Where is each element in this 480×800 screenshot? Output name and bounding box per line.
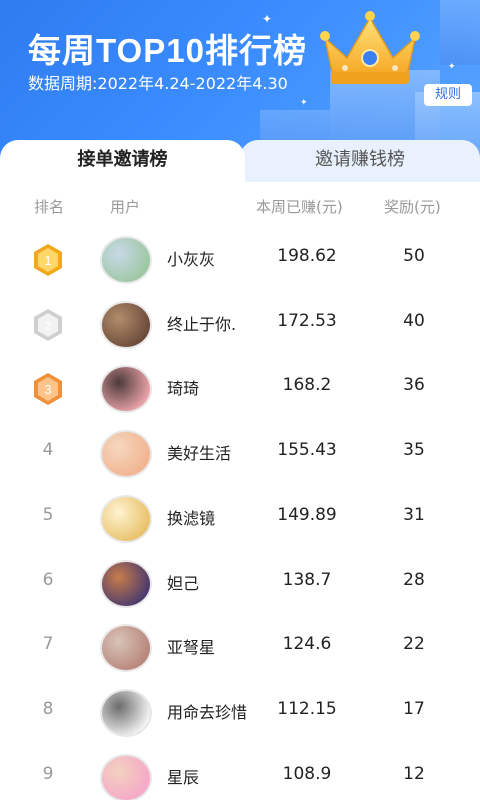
sparkle-icon: ✦ bbox=[448, 62, 456, 72]
rule-button[interactable]: 规则 bbox=[424, 84, 472, 106]
reward-amount: 36 bbox=[403, 375, 425, 396]
reward-amount: 50 bbox=[403, 246, 425, 266]
earned-amount: 124.6 bbox=[282, 634, 332, 655]
table-row[interactable]: 6 妲己 138.7 28 bbox=[0, 552, 480, 616]
earned-amount: 168.2 bbox=[282, 375, 332, 396]
table-row[interactable]: 8 用命去珍惜 112.15 17 bbox=[0, 681, 480, 745]
table-row[interactable]: 7 亚弩星 124.6 22 bbox=[0, 616, 480, 680]
rank-number: 7 bbox=[42, 634, 54, 655]
reward-amount: 31 bbox=[403, 504, 425, 525]
earned-amount: 108.9 bbox=[282, 763, 332, 784]
ranking-list: 排名 用户 本周已赚(元) 奖励(元) 1 小灰灰 198.62 50 2 终止于你. 17… bbox=[0, 182, 480, 800]
table-row[interactable]: 3 琦琦 168.2 36 bbox=[0, 357, 480, 421]
rank-number: 6 bbox=[42, 569, 54, 590]
reward-amount: 17 bbox=[403, 698, 425, 719]
earned-amount: 172.53 bbox=[277, 310, 337, 331]
user-name: 琦琦 bbox=[167, 379, 200, 399]
user-name: 星辰 bbox=[167, 767, 200, 787]
table-row[interactable]: 2 终止于你. 172.53 40 bbox=[0, 293, 480, 357]
user-name: 换滤镜 bbox=[167, 508, 216, 528]
earned-amount: 149.89 bbox=[277, 504, 337, 525]
avatar[interactable] bbox=[100, 365, 152, 414]
earned-amount: 138.7 bbox=[282, 569, 332, 590]
table-row[interactable]: 5 换滤镜 149.89 31 bbox=[0, 487, 480, 551]
medal-rank-number: 1 bbox=[44, 253, 51, 268]
silver-medal-icon: 2 bbox=[34, 308, 62, 341]
sparkle-icon: ✦ bbox=[300, 98, 308, 108]
column-header-rank: 排名 bbox=[34, 198, 65, 216]
column-header-earned: 本周已赚(元) bbox=[256, 198, 343, 216]
medal-rank-number: 3 bbox=[44, 382, 51, 397]
user-name: 小灰灰 bbox=[167, 250, 216, 269]
earned-amount: 112.15 bbox=[277, 698, 337, 719]
user-name: 美好生活 bbox=[167, 444, 232, 464]
user-name: 妲己 bbox=[167, 573, 200, 593]
avatar[interactable] bbox=[100, 624, 152, 673]
user-name: 终止于你. bbox=[167, 314, 237, 334]
earned-amount: 155.43 bbox=[277, 440, 337, 461]
avatar[interactable] bbox=[100, 430, 152, 479]
avatar[interactable] bbox=[100, 300, 152, 349]
avatar[interactable] bbox=[100, 688, 152, 737]
data-period: 数据周期:2022年4.24-2022年4.30 bbox=[28, 74, 288, 93]
medal-rank-number: 2 bbox=[44, 318, 51, 333]
column-header-user: 用户 bbox=[110, 198, 141, 216]
tab-order-invite[interactable]: 接单邀请榜 bbox=[0, 140, 245, 182]
rank-number: 9 bbox=[42, 763, 54, 784]
table-row[interactable]: 1 小灰灰 198.62 50 bbox=[0, 228, 480, 292]
reward-amount: 40 bbox=[403, 310, 425, 331]
rank-number: 5 bbox=[42, 504, 54, 525]
user-name: 亚弩星 bbox=[167, 638, 216, 658]
gold-medal-icon: 1 bbox=[34, 244, 62, 276]
column-header-reward: 奖励(元) bbox=[384, 198, 441, 216]
table-row[interactable]: 4 美好生活 155.43 35 bbox=[0, 422, 480, 486]
reward-amount: 22 bbox=[403, 634, 425, 655]
reward-amount: 12 bbox=[403, 763, 425, 784]
tab-bar: 邀请赚钱榜 接单邀请榜 bbox=[0, 140, 480, 182]
avatar[interactable] bbox=[100, 753, 152, 800]
rank-number: 8 bbox=[42, 698, 54, 719]
crown-icon bbox=[320, 11, 420, 84]
page-title: 每周TOP10排行榜 bbox=[28, 32, 307, 69]
rank-number: 4 bbox=[42, 440, 54, 461]
reward-amount: 35 bbox=[403, 440, 425, 461]
avatar[interactable] bbox=[100, 236, 152, 284]
bronze-medal-icon: 3 bbox=[34, 373, 62, 406]
table-row[interactable]: 9 星辰 108.9 12 bbox=[0, 746, 480, 800]
decor-block bbox=[440, 0, 480, 65]
tab-invite-earn[interactable]: 邀请赚钱榜 bbox=[240, 140, 480, 182]
user-name: 用命去珍惜 bbox=[167, 702, 248, 722]
avatar[interactable] bbox=[100, 494, 152, 543]
reward-amount: 28 bbox=[403, 569, 425, 590]
earned-amount: 198.62 bbox=[277, 246, 337, 266]
avatar[interactable] bbox=[100, 559, 152, 608]
